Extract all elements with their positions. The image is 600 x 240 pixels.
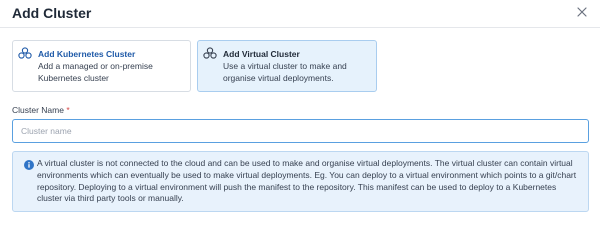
option-virtual-description: Use a virtual cluster to make and organi… (223, 61, 347, 83)
option-virtual-cluster[interactable]: Add Virtual Cluster Use a virtual cluste… (197, 40, 377, 92)
cluster-icon (18, 47, 32, 59)
info-banner: A virtual cluster is not connected to th… (12, 151, 589, 212)
option-kubernetes-cluster[interactable]: Add Kubernetes Cluster Add a managed or … (12, 40, 191, 92)
dialog-title: Add Cluster (12, 5, 92, 21)
close-icon (577, 7, 587, 17)
required-marker: * (66, 105, 70, 115)
cluster-icon (203, 47, 217, 59)
info-text: A virtual cluster is not connected to th… (37, 158, 577, 204)
close-button[interactable] (574, 4, 590, 20)
cluster-name-label-text: Cluster Name (12, 105, 64, 115)
option-kubernetes-title: Add Kubernetes Cluster (38, 49, 136, 59)
option-virtual-title: Add Virtual Cluster (223, 49, 300, 59)
info-icon (24, 160, 34, 170)
cluster-name-label: Cluster Name * (12, 105, 70, 115)
option-kubernetes-description: Add a managed or on-premise Kubernetes c… (38, 61, 153, 83)
cluster-name-input[interactable] (12, 119, 589, 143)
dialog-header: Add Cluster (0, 0, 600, 28)
